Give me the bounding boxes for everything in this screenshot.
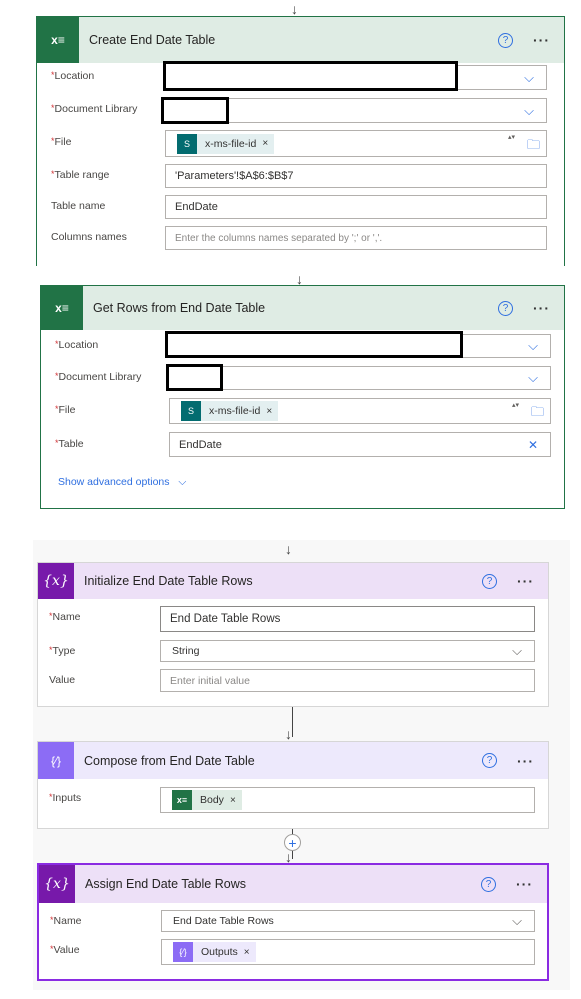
more-options-icon[interactable]: ··· xyxy=(517,753,534,769)
excel-icon: x≡ xyxy=(41,286,83,330)
card-header[interactable]: x≡ Create End Date Table ? ··· xyxy=(37,17,564,63)
card-header[interactable]: x≡ Get Rows from End Date Table ? ··· xyxy=(41,286,564,330)
compose-icon: {⁄} xyxy=(38,742,74,779)
body-token[interactable]: x≡ Body × xyxy=(172,790,242,810)
remove-token-icon[interactable]: × xyxy=(266,406,278,417)
field-label-table-name: Table name xyxy=(51,200,106,212)
connector-arrow: ↓ xyxy=(285,541,292,557)
more-options-icon[interactable]: ··· xyxy=(533,300,550,316)
file-id-token[interactable]: Sx-ms-file-id × xyxy=(181,401,279,421)
help-icon[interactable]: ? xyxy=(498,300,513,316)
excel-icon: x≡ xyxy=(172,790,192,810)
card-header[interactable]: {x} Initialize End Date Table Rows ? ··· xyxy=(38,563,548,599)
remove-token-icon[interactable]: × xyxy=(262,138,274,149)
help-icon[interactable]: ? xyxy=(498,32,513,48)
connector-arrow: ↓ xyxy=(291,1,298,17)
variable-icon: {x} xyxy=(39,865,75,903)
field-label-columns-names: Columns names xyxy=(51,231,127,243)
compose-icon: {⁄} xyxy=(173,942,193,962)
variable-icon: {x} xyxy=(38,563,74,599)
field-label-file: *File xyxy=(51,136,72,148)
more-options-icon[interactable]: ··· xyxy=(516,876,533,892)
field-label-table-range: *Table range xyxy=(51,169,110,181)
help-icon[interactable]: ? xyxy=(482,573,497,589)
file-id-token[interactable]: Sx-ms-file-id × xyxy=(177,133,275,154)
field-label-name: *Name xyxy=(50,915,82,927)
card-title: Compose from End Date Table xyxy=(84,753,255,768)
field-label-location: *Location xyxy=(51,70,95,82)
field-label-value: Value xyxy=(49,674,76,686)
card-get-rows: x≡ Get Rows from End Date Table ? ··· Sh… xyxy=(40,285,565,509)
field-label-value: *Value xyxy=(50,944,80,956)
field-label-file: *File xyxy=(55,404,76,416)
chevron-down-icon: ⌵ xyxy=(512,913,522,928)
table-range-input[interactable]: 'Parameters'!$A$6:$B$7 xyxy=(165,164,547,188)
show-advanced-options-link[interactable]: Show advanced options ⌵ xyxy=(58,476,186,489)
folder-icon[interactable]: 🗀 xyxy=(531,403,544,425)
variable-name-dropdown[interactable]: End Date Table Rows ⌵ xyxy=(161,910,535,932)
chevron-down-icon: ⌵ xyxy=(524,102,534,118)
columns-names-input[interactable]: Enter the columns names separated by ';'… xyxy=(165,226,547,250)
table-name-input[interactable]: EndDate xyxy=(165,195,547,219)
file-input[interactable]: Sx-ms-file-id × ▴▾ 🗀 xyxy=(169,398,551,424)
field-label-document-library: *Document Library xyxy=(55,371,142,383)
redaction xyxy=(163,61,458,91)
variable-type-dropdown[interactable]: String ⌵ xyxy=(160,640,535,662)
connector-arrow: ↓ xyxy=(285,726,292,742)
connector-arrow: ↓ xyxy=(285,849,292,865)
chevron-down-icon: ⌵ xyxy=(528,370,538,385)
card-compose: {⁄} Compose from End Date Table ? ··· xyxy=(37,741,549,829)
connector-arrow: ↓ xyxy=(296,271,303,287)
excel-icon: x≡ xyxy=(37,17,79,63)
redaction xyxy=(161,97,229,124)
card-title: Get Rows from End Date Table xyxy=(93,301,266,315)
folder-icon[interactable]: 🗀 xyxy=(527,136,540,158)
chevron-down-icon: ⌵ xyxy=(512,643,522,658)
field-label-type: *Type xyxy=(49,645,76,657)
outputs-token[interactable]: {⁄} Outputs × xyxy=(173,942,256,962)
remove-token-icon[interactable]: × xyxy=(244,947,256,958)
remove-token-icon[interactable]: × xyxy=(230,795,242,806)
chevron-down-icon: ⌵ xyxy=(178,476,187,488)
variable-name-input[interactable]: End Date Table Rows xyxy=(160,606,535,632)
card-title: Create End Date Table xyxy=(89,33,216,47)
more-options-icon[interactable]: ··· xyxy=(517,573,534,589)
help-icon[interactable]: ? xyxy=(482,753,497,768)
variable-value-field[interactable]: {⁄} Outputs × xyxy=(161,939,535,965)
spinner-icon[interactable]: ▴▾ xyxy=(508,133,516,143)
document-library-dropdown[interactable]: ⌵ xyxy=(169,366,551,390)
field-label-table: *Table xyxy=(55,438,84,450)
more-options-icon[interactable]: ··· xyxy=(533,32,550,48)
spinner-icon[interactable]: ▴▾ xyxy=(512,401,520,411)
chevron-down-icon: ⌵ xyxy=(528,338,538,353)
card-header[interactable]: {x} Assign End Date Table Rows ? ··· xyxy=(39,865,547,903)
card-header[interactable]: {⁄} Compose from End Date Table ? ··· xyxy=(38,742,548,779)
chevron-down-icon: ⌵ xyxy=(524,69,534,85)
redaction xyxy=(165,331,463,358)
connector-line xyxy=(292,707,293,737)
field-label-document-library: *Document Library xyxy=(51,103,138,115)
field-label-location: *Location xyxy=(55,339,99,351)
help-icon[interactable]: ? xyxy=(481,876,496,892)
table-input[interactable]: EndDate ✕ xyxy=(169,432,551,457)
clear-icon[interactable]: ✕ xyxy=(528,438,538,452)
redaction xyxy=(166,364,223,391)
file-input[interactable]: Sx-ms-file-id × ▴▾ 🗀 xyxy=(165,130,547,157)
card-title: Initialize End Date Table Rows xyxy=(84,574,253,588)
compose-inputs-field[interactable]: x≡ Body × xyxy=(160,787,535,813)
variable-value-input[interactable]: Enter initial value xyxy=(160,669,535,692)
field-label-inputs: *Inputs xyxy=(49,792,82,804)
card-title: Assign End Date Table Rows xyxy=(85,877,246,891)
field-label-name: *Name xyxy=(49,611,81,623)
